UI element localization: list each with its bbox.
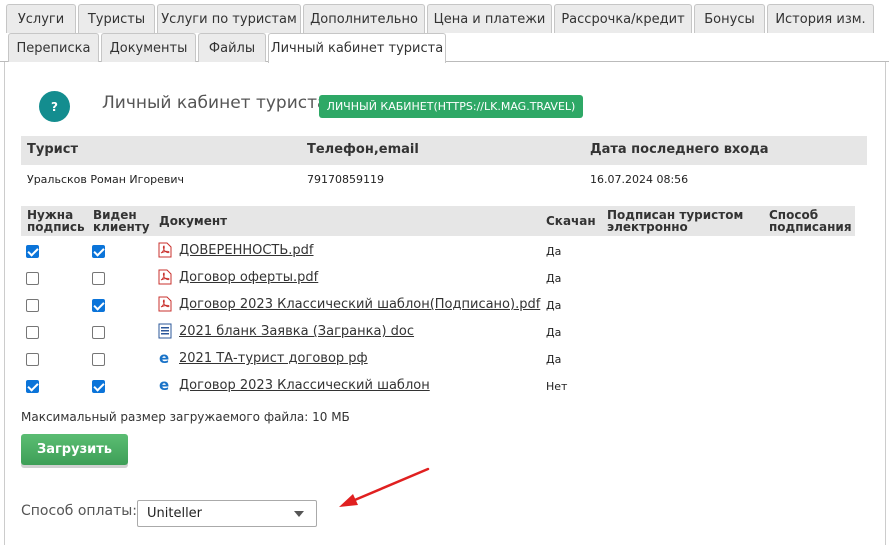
red-arrow-annotation: [339, 467, 430, 507]
word-doc-icon: [158, 323, 172, 339]
need-sign-checkbox[interactable]: [26, 299, 39, 312]
document-link[interactable]: Договор 2023 Классический шаблон(Подписа…: [179, 297, 540, 312]
tab-bar: Услуги Туристы Услуги по туристам Дополн…: [0, 0, 889, 63]
tab-documents[interactable]: Документы: [101, 33, 196, 62]
col-document: Документ: [159, 214, 228, 228]
col-visible-line2: клиенту: [93, 220, 150, 234]
need-sign-checkbox[interactable]: [26, 380, 39, 393]
payment-method-select[interactable]: Uniteller: [137, 500, 317, 527]
tab-bonuses[interactable]: Бонусы: [694, 4, 765, 33]
tab-change-history[interactable]: История изм.: [767, 4, 874, 33]
col-need-sign-line2: подпись: [27, 220, 85, 234]
col-last-login: Дата последнего входа: [590, 142, 769, 157]
visible-to-client-checkbox[interactable]: [92, 326, 105, 339]
need-sign-checkbox[interactable]: [26, 245, 39, 258]
col-signed-line2: электронно: [607, 220, 688, 234]
tab-installment-credit[interactable]: Рассрочка/кредит: [554, 4, 692, 33]
tourist-cabinet-link-button[interactable]: ЛИЧНЫЙ КАБИНЕТ(HTTPS://LK.MAG.TRAVEL): [319, 95, 583, 118]
need-sign-checkbox[interactable]: [26, 272, 39, 285]
document-link[interactable]: 2021 ТА-турист договор рф: [179, 351, 368, 366]
pdf-icon: [158, 242, 172, 258]
visible-to-client-checkbox[interactable]: [92, 380, 105, 393]
tab-services-by-tourists[interactable]: Услуги по туристам: [157, 4, 301, 33]
need-sign-checkbox[interactable]: [26, 326, 39, 339]
page-title: Личный кабинет туриста: [102, 93, 328, 113]
tourist-phone: 79170859119: [307, 173, 384, 186]
document-link[interactable]: Договор оферты.pdf: [179, 270, 318, 285]
downloaded-status: Да: [546, 245, 562, 258]
tab-correspondence[interactable]: Переписка: [8, 33, 99, 62]
tab-additional[interactable]: Дополнительно: [303, 4, 425, 33]
downloaded-status: Да: [546, 353, 562, 366]
pdf-icon: [158, 296, 172, 312]
visible-to-client-checkbox[interactable]: [92, 272, 105, 285]
col-tourist: Турист: [27, 142, 78, 157]
tourist-name: Уральсков Роман Игоревич: [27, 173, 185, 186]
max-file-size-note: Максимальный размер загружаемого файла: …: [21, 410, 350, 424]
col-method-line2: подписания: [769, 220, 852, 234]
visible-to-client-checkbox[interactable]: [92, 245, 105, 258]
col-phone-email: Телефон,email: [307, 142, 419, 157]
svg-text:e: e: [159, 350, 169, 366]
tab-services[interactable]: Услуги: [6, 4, 76, 33]
tab-files[interactable]: Файлы: [198, 33, 266, 62]
edge-browser-icon: e: [158, 376, 172, 394]
chevron-down-icon: [294, 511, 304, 517]
downloaded-status: Нет: [546, 380, 568, 393]
col-downloaded: Скачан: [546, 214, 596, 228]
downloaded-status: Да: [546, 326, 562, 339]
tab-tourist-cabinet[interactable]: Личный кабинет туриста: [268, 33, 446, 63]
help-button[interactable]: ?: [39, 91, 70, 122]
document-link[interactable]: 2021 бланк Заявка (Загранка) doc: [179, 324, 414, 339]
tab-price-payments[interactable]: Цена и платежи: [427, 4, 552, 33]
downloaded-status: Да: [546, 299, 562, 312]
visible-to-client-checkbox[interactable]: [92, 299, 105, 312]
need-sign-checkbox[interactable]: [26, 353, 39, 366]
tab-tourists[interactable]: Туристы: [78, 4, 155, 33]
visible-to-client-checkbox[interactable]: [92, 353, 105, 366]
downloaded-status: Да: [546, 272, 562, 285]
edge-browser-icon: e: [158, 349, 172, 367]
document-link[interactable]: ДОВЕРЕННОСТЬ.pdf: [179, 243, 314, 258]
pdf-icon: [158, 269, 172, 285]
document-link[interactable]: Договор 2023 Классический шаблон: [179, 378, 430, 393]
tourist-last-login: 16.07.2024 08:56: [590, 173, 689, 186]
payment-method-value: Uniteller: [147, 506, 203, 521]
svg-text:e: e: [159, 377, 169, 393]
payment-method-label: Способ оплаты:: [21, 503, 138, 519]
upload-button[interactable]: Загрузить: [21, 434, 128, 465]
